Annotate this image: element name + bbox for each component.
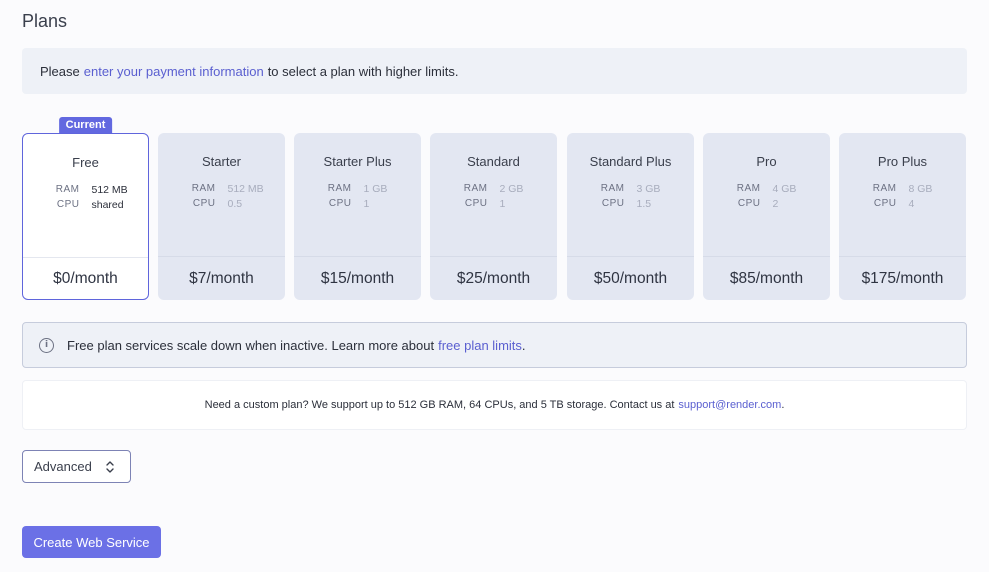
custom-plan-suffix: . [781, 399, 785, 411]
custom-plan-notice: Need a custom plan? We support up to 512… [22, 380, 967, 430]
custom-plan-text: Need a custom plan? We support up to 512… [204, 399, 675, 411]
ram-label: RAM [191, 183, 216, 194]
plan-card-pro-plus[interactable]: Pro Plus RAM 8 GB CPU 4 $175/month [839, 133, 966, 300]
plan-card-standard[interactable]: Standard RAM 2 GB CPU 1 $25/month [430, 133, 557, 300]
page-title: Plans [22, 11, 68, 31]
free-plan-info: i Free plan services scale down when ina… [22, 322, 967, 368]
plan-price: $0/month [53, 269, 118, 287]
chevron-up-down-icon [106, 461, 114, 473]
cpu-label: CPU [328, 198, 352, 209]
ram-label: RAM [463, 183, 488, 194]
ram-value: 8 GB [908, 183, 933, 195]
ram-label: RAM [327, 183, 352, 194]
plan-price: $175/month [861, 269, 944, 287]
cpu-value: 1.5 [636, 198, 652, 210]
cpu-value: 2 [772, 198, 779, 210]
plan-price: $25/month [456, 269, 531, 287]
free-plan-limits-link[interactable]: free plan limits [438, 338, 522, 353]
plan-list: Current Free RAM 512 MB CPU shared $0/mo… [22, 117, 967, 300]
plan-price: $7/month [189, 269, 254, 287]
cpu-label: CPU [192, 198, 216, 209]
ram-value: 2 GB [499, 183, 524, 195]
ram-value: 512 MB [91, 184, 128, 196]
ram-value: 1 GB [363, 183, 388, 195]
plan-specs: RAM 8 GB CPU 4 [839, 183, 966, 257]
plan-price: $50/month [593, 269, 668, 287]
plan-specs: RAM 512 MB CPU 0.5 [158, 183, 285, 257]
cpu-label: CPU [56, 199, 80, 210]
plan-specs: RAM 4 GB CPU 2 [703, 183, 830, 257]
plan-card-free[interactable]: Current Free RAM 512 MB CPU shared $0/mo… [22, 117, 149, 300]
plan-name: Pro Plus [877, 154, 928, 169]
plan-name: Starter Plus [323, 154, 392, 169]
free-plan-info-text: Free plan services scale down when inact… [67, 337, 435, 353]
plan-specs: RAM 1 GB CPU 1 [294, 183, 421, 257]
plan-name: Standard Plus [589, 154, 672, 169]
payment-info-link[interactable]: enter your payment information [84, 64, 264, 79]
plan-card-standard-plus[interactable]: Standard Plus RAM 3 GB CPU 1.5 $50/month [567, 133, 694, 300]
plan-name: Standard [467, 154, 520, 169]
cpu-value: 0.5 [227, 198, 243, 210]
support-email-link[interactable]: support@render.com [678, 399, 781, 411]
ram-label: RAM [736, 183, 761, 194]
cpu-value: 4 [908, 198, 915, 210]
plan-card-starter-plus[interactable]: Starter Plus RAM 1 GB CPU 1 $15/month [294, 133, 421, 300]
plan-card-starter[interactable]: Starter RAM 512 MB CPU 0.5 $7/month [158, 133, 285, 300]
info-icon: i [39, 337, 54, 353]
cpu-label: CPU [464, 198, 488, 209]
free-plan-info-suffix: . [521, 337, 526, 353]
payment-notice: Please enter your payment information to… [22, 48, 967, 94]
current-badge: Current [58, 117, 113, 133]
ram-label: RAM [55, 184, 80, 195]
plan-card-pro[interactable]: Pro RAM 4 GB CPU 2 $85/month [703, 133, 830, 300]
plan-price: $15/month [320, 269, 395, 287]
advanced-toggle[interactable]: Advanced [22, 450, 131, 483]
ram-value: 512 MB [227, 183, 264, 195]
payment-notice-prefix: Please [40, 63, 80, 79]
cpu-label: CPU [873, 198, 897, 209]
advanced-label: Advanced [34, 459, 92, 474]
create-web-service-button[interactable]: Create Web Service [22, 526, 161, 558]
plan-name: Starter [201, 154, 241, 169]
ram-value: 4 GB [772, 183, 797, 195]
payment-notice-suffix: to select a plan with higher limits. [267, 63, 459, 79]
cpu-label: CPU [601, 198, 625, 209]
cpu-value: 1 [363, 198, 370, 210]
plan-name: Pro [756, 154, 777, 169]
cpu-value: shared [91, 199, 124, 211]
plan-specs: RAM 2 GB CPU 1 [430, 183, 557, 257]
ram-value: 3 GB [636, 183, 661, 195]
plan-name: Free [72, 155, 99, 170]
plan-specs: RAM 512 MB CPU shared [23, 184, 148, 258]
cpu-value: 1 [499, 198, 506, 210]
ram-label: RAM [600, 183, 625, 194]
ram-label: RAM [872, 183, 897, 194]
plan-specs: RAM 3 GB CPU 1.5 [567, 183, 694, 257]
plan-price: $85/month [729, 269, 804, 287]
cpu-label: CPU [737, 198, 761, 209]
